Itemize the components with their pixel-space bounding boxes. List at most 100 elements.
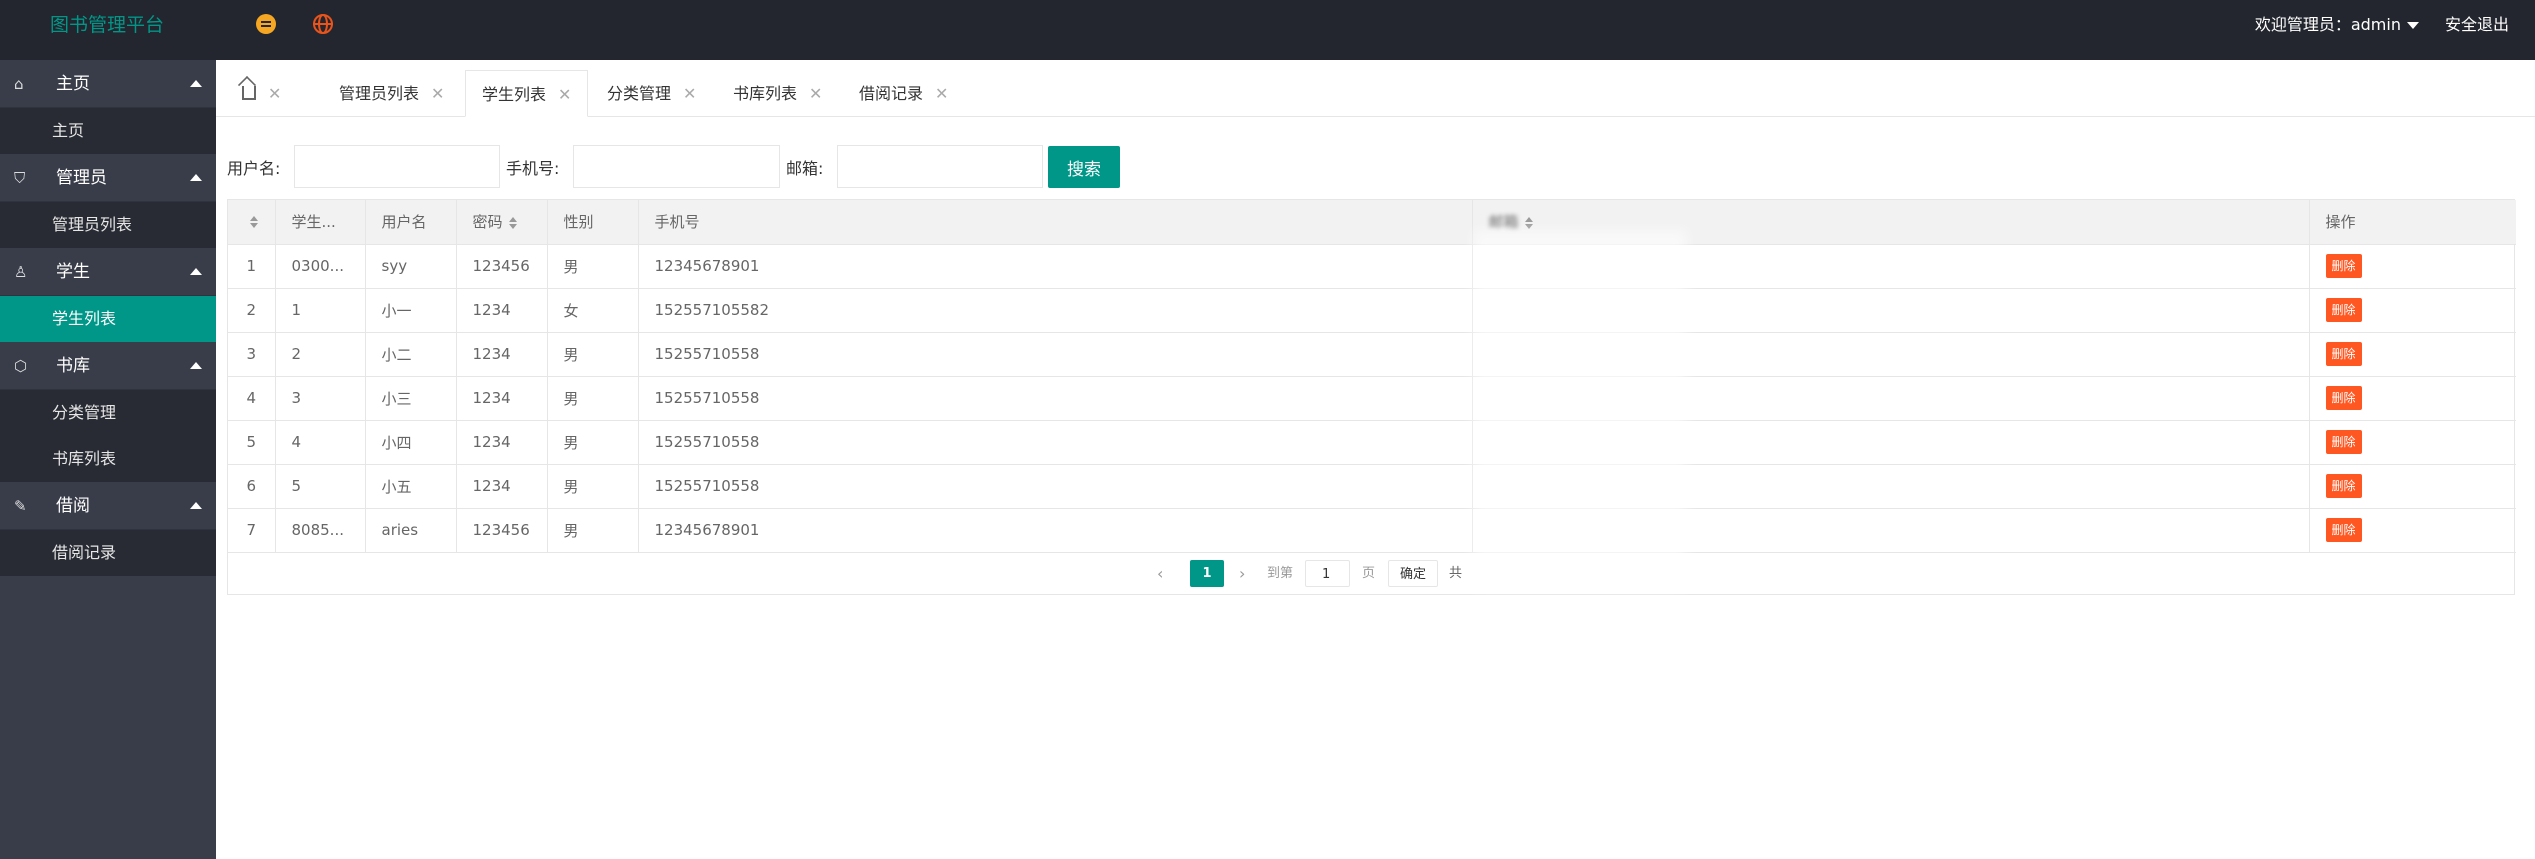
sidebar-item-home[interactable]: 主页 — [0, 108, 216, 154]
edit-icon: ✎ — [14, 497, 27, 515]
row-index: 1 — [228, 244, 276, 289]
delete-button[interactable]: 删除 — [2325, 430, 2362, 454]
cell-gender: 男 — [547, 420, 639, 465]
sidebar-group-home[interactable]: ⌂ 主页 — [0, 60, 216, 108]
shield-icon: ⛉ — [14, 169, 26, 187]
cell-student-id: 2 — [275, 332, 366, 377]
column-gender: 性别 — [547, 200, 639, 245]
close-icon[interactable]: ✕ — [431, 84, 444, 103]
cell-gender: 男 — [547, 332, 639, 377]
delete-button[interactable]: 删除 — [2325, 298, 2362, 322]
cell-phone: 15255710558 — [638, 376, 1473, 421]
sort-icon[interactable] — [508, 216, 517, 229]
cell-username: 小五 — [365, 464, 457, 509]
column-student-id[interactable]: 学生... — [275, 200, 366, 245]
cell-phone: 15255710558 — [638, 332, 1473, 377]
sidebar-group-label: 书库 — [56, 356, 90, 376]
search-button[interactable]: 搜索 — [1048, 146, 1120, 188]
header-user-area: 欢迎管理员：admin 安全退出 — [2255, 0, 2535, 50]
tab-label: 书库列表 — [733, 84, 798, 103]
prev-page-icon[interactable]: ‹ — [1157, 560, 1163, 587]
sidebar-group-student[interactable]: ♙ 学生 — [0, 248, 216, 296]
cell-username: 小四 — [365, 420, 457, 465]
menu-icon[interactable] — [256, 14, 276, 34]
delete-button[interactable]: 删除 — [2325, 342, 2362, 366]
tab-bar: ✕ 管理员列表 ✕ 学生列表 ✕ 分类管理 ✕ 书库列表 ✕ 借阅记录 ✕ — [216, 60, 2535, 117]
chevron-down-icon — [2406, 22, 2419, 29]
row-index: 4 — [228, 376, 276, 421]
sidebar-group-admin[interactable]: ⛉ 管理员 — [0, 154, 216, 202]
close-icon[interactable]: ✕ — [935, 84, 948, 103]
cell-student-id: 8085... — [275, 508, 366, 553]
page-current[interactable]: 1 — [1190, 560, 1224, 587]
column-index[interactable] — [228, 200, 276, 245]
page-unit-label: 页 — [1362, 566, 1376, 581]
username-input[interactable] — [294, 145, 500, 188]
sidebar-item-student-list[interactable]: 学生列表 — [0, 296, 216, 342]
sidebar-group-borrow[interactable]: ✎ 借阅 — [0, 482, 216, 530]
delete-button[interactable]: 删除 — [2325, 386, 2362, 410]
sort-icon[interactable] — [250, 216, 259, 229]
next-page-icon[interactable]: › — [1239, 560, 1245, 587]
table-row: 3 2 小二 1234 男 15255710558 删除 — [228, 332, 2516, 377]
close-icon[interactable]: ✕ — [809, 84, 822, 103]
table-row: 5 4 小四 1234 男 15255710558 删除 — [228, 420, 2516, 465]
cell-gender: 男 — [547, 376, 639, 421]
tab-book-list[interactable]: 书库列表 ✕ — [733, 70, 822, 117]
sidebar-group-label: 主页 — [56, 74, 90, 94]
user-icon: ♙ — [14, 263, 28, 281]
cell-gender: 男 — [547, 508, 639, 553]
cell-password: 1234 — [456, 332, 548, 377]
cell-student-id: 5 — [275, 464, 366, 509]
tab-borrow-records[interactable]: 借阅记录 ✕ — [859, 70, 948, 117]
tab-label: 管理员列表 — [339, 84, 420, 103]
tab-admin-list[interactable]: 管理员列表 ✕ — [339, 70, 444, 117]
email-input[interactable] — [837, 145, 1043, 188]
cell-action: 删除 — [2309, 288, 2516, 333]
sidebar-item-book-list[interactable]: 书库列表 — [0, 436, 216, 482]
username-label: 用户名: — [227, 159, 281, 178]
sidebar-item-borrow-records[interactable]: 借阅记录 — [0, 530, 216, 576]
row-index: 3 — [228, 332, 276, 377]
cell-username: syy — [365, 244, 457, 289]
goto-page-input[interactable]: 1 — [1305, 560, 1350, 587]
cell-student-id: 0300... — [275, 244, 366, 289]
table-row: 4 3 小三 1234 男 15255710558 删除 — [228, 376, 2516, 421]
close-icon[interactable]: ✕ — [558, 85, 571, 104]
tab-home[interactable]: ✕ — [242, 70, 281, 117]
sidebar-item-admin-list[interactable]: 管理员列表 — [0, 202, 216, 248]
sidebar: ⌂ 主页 主页 ⛉ 管理员 管理员列表 ♙ 学生 学生列表 ⬡ 书库 分类管理 … — [0, 60, 216, 859]
email-label: 邮箱: — [786, 159, 824, 178]
user-menu[interactable]: 欢迎管理员：admin — [2255, 0, 2419, 50]
student-table: 学生... 用户名 密码 性别 手机号 邮箱 操作 1 0300... syy 123… — [227, 199, 2516, 595]
sort-icon[interactable] — [1524, 216, 1533, 229]
delete-button[interactable]: 删除 — [2325, 254, 2362, 278]
row-index: 7 — [228, 508, 276, 553]
tab-student-list[interactable]: 学生列表 ✕ — [465, 70, 589, 117]
row-index: 2 — [228, 288, 276, 333]
close-icon[interactable]: ✕ — [683, 84, 696, 103]
logout-link[interactable]: 安全退出 — [2445, 0, 2509, 50]
column-password[interactable]: 密码 — [456, 200, 548, 245]
goto-confirm-button[interactable]: 确定 — [1388, 560, 1438, 587]
globe-icon[interactable] — [313, 14, 333, 34]
app-title[interactable]: 图书管理平台 — [50, 0, 164, 50]
table-row: 1 0300... syy 123456 男 12345678901 删除 — [228, 244, 2516, 289]
sidebar-item-category[interactable]: 分类管理 — [0, 390, 216, 436]
goto-label: 到第 — [1267, 566, 1294, 581]
tab-category[interactable]: 分类管理 ✕ — [607, 70, 696, 117]
cell-username: 小三 — [365, 376, 457, 421]
cell-gender: 男 — [547, 244, 639, 289]
table-row: 7 8085... aries 123456 男 12345678901 删除 — [228, 508, 2516, 553]
sidebar-group-label: 学生 — [56, 262, 90, 282]
delete-button[interactable]: 删除 — [2325, 474, 2362, 498]
column-username: 用户名 — [365, 200, 457, 245]
top-header: 图书管理平台 欢迎管理员：admin 安全退出 — [0, 0, 2535, 60]
delete-button[interactable]: 删除 — [2325, 518, 2362, 542]
cell-action: 删除 — [2309, 244, 2516, 289]
sidebar-group-library[interactable]: ⬡ 书库 — [0, 342, 216, 390]
cell-phone: 15255710558 — [638, 420, 1473, 465]
cell-password: 1234 — [456, 464, 548, 509]
phone-input[interactable] — [573, 145, 780, 188]
close-icon[interactable]: ✕ — [268, 84, 281, 103]
